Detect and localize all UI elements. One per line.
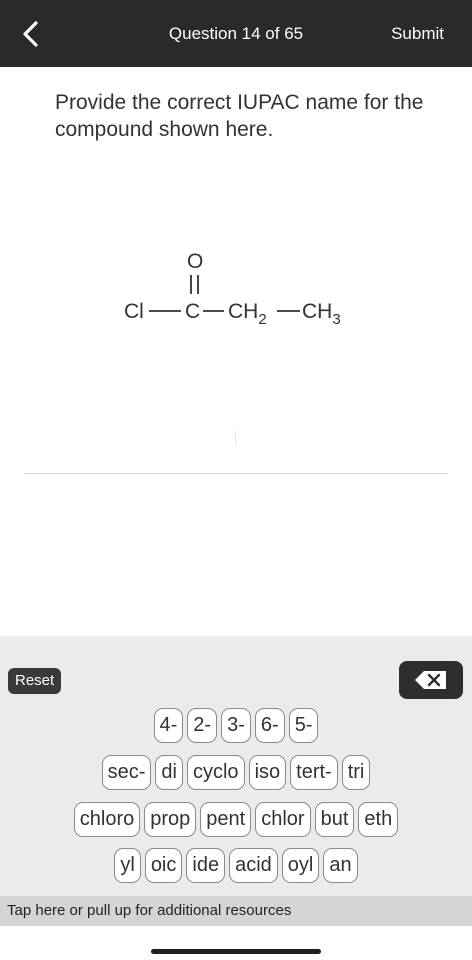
key-2[interactable]: 2- bbox=[187, 708, 218, 743]
ch2-group: CH2 bbox=[228, 300, 267, 328]
key-row-roots: chloro prop pent chlor but eth bbox=[0, 802, 472, 837]
key-5[interactable]: 5- bbox=[288, 708, 319, 743]
key-eth[interactable]: eth bbox=[358, 802, 399, 837]
key-prop[interactable]: prop bbox=[144, 802, 197, 837]
key-chloro[interactable]: chloro bbox=[73, 802, 141, 837]
additional-resources-bar[interactable]: Tap here or pull up for additional resou… bbox=[0, 896, 472, 926]
reset-button[interactable]: Reset bbox=[8, 668, 62, 694]
key-but[interactable]: but bbox=[314, 802, 355, 837]
key-tri[interactable]: tri bbox=[341, 755, 371, 790]
key-sec[interactable]: sec- bbox=[101, 755, 152, 790]
key-6[interactable]: 6- bbox=[254, 708, 285, 743]
key-iso[interactable]: iso bbox=[248, 755, 287, 790]
key-pent[interactable]: pent bbox=[200, 802, 252, 837]
key-oyl[interactable]: oyl bbox=[281, 848, 320, 883]
text-cursor bbox=[235, 431, 236, 445]
key-oic[interactable]: oic bbox=[144, 848, 183, 883]
home-indicator[interactable] bbox=[151, 949, 321, 954]
chlorine-atom: Cl bbox=[124, 300, 144, 323]
answer-field[interactable] bbox=[24, 473, 448, 474]
key-ide[interactable]: ide bbox=[186, 848, 226, 883]
key-row-locants: 4- 2- 3- 6- 5- bbox=[0, 708, 472, 743]
key-cyclo[interactable]: cyclo bbox=[186, 755, 245, 790]
key-an[interactable]: an bbox=[323, 848, 358, 883]
key-row-prefixes: sec- di cyclo iso tert- tri bbox=[0, 755, 472, 790]
key-4[interactable]: 4- bbox=[153, 708, 184, 743]
key-yl[interactable]: yl bbox=[114, 848, 141, 883]
key-row-suffixes: yl oic ide acid oyl an bbox=[0, 848, 472, 883]
backspace-button[interactable] bbox=[399, 661, 463, 699]
carbonyl-carbon: C bbox=[185, 300, 200, 323]
key-chlor[interactable]: chlor bbox=[255, 802, 311, 837]
ch3-group: CH3 bbox=[302, 300, 341, 328]
key-acid[interactable]: acid bbox=[229, 848, 278, 883]
oxygen-atom: O bbox=[187, 250, 203, 273]
submit-button[interactable]: Submit bbox=[391, 24, 444, 44]
key-tert[interactable]: tert- bbox=[290, 755, 338, 790]
answer-keyboard: Reset 4- 2- 3- 6- 5- sec- di cyclo iso t… bbox=[0, 636, 472, 896]
question-prompt: Provide the correct IUPAC name for the c… bbox=[55, 91, 424, 141]
key-3[interactable]: 3- bbox=[221, 708, 251, 743]
top-bar: Question 14 of 65 Submit bbox=[0, 0, 472, 67]
backspace-icon bbox=[415, 671, 446, 689]
chemical-structure: O Cl C CH2 CH3 bbox=[124, 250, 341, 328]
key-di[interactable]: di bbox=[155, 755, 183, 790]
